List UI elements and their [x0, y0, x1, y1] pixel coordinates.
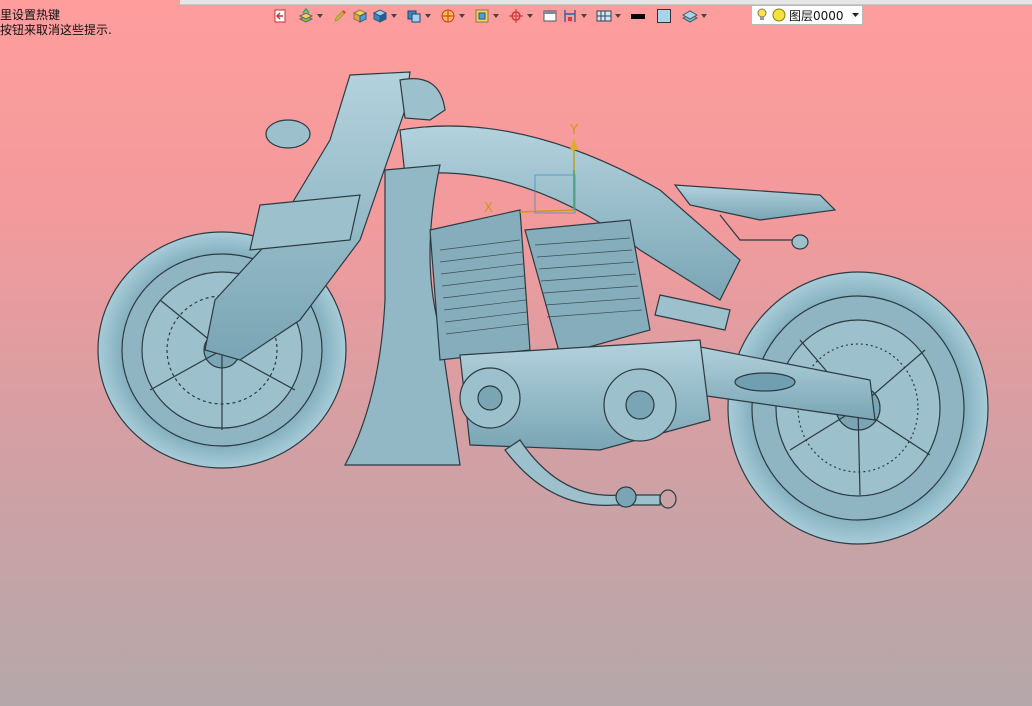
rear-shock — [654, 294, 731, 331]
view-toolbar — [270, 5, 708, 27]
axis-y-label: Y — [569, 123, 578, 138]
chevron-down-icon[interactable] — [492, 6, 500, 26]
dimension-icon[interactable] — [560, 6, 580, 26]
bulb-icon[interactable] — [755, 7, 769, 23]
layer-dropdown[interactable]: 图层0000 — [751, 5, 863, 25]
headlight — [265, 119, 311, 149]
chevron-down-icon[interactable] — [848, 13, 862, 17]
import-icon[interactable] — [270, 6, 290, 26]
window-icon[interactable] — [540, 6, 560, 26]
top-tank — [399, 78, 446, 121]
chevron-down-icon[interactable] — [424, 6, 432, 26]
screen-grid-icon[interactable] — [594, 6, 614, 26]
chevron-down-icon[interactable] — [580, 6, 588, 26]
chevron-down-icon[interactable] — [390, 6, 398, 26]
layer-stack-icon[interactable] — [296, 6, 316, 26]
line-style-icon[interactable] — [628, 6, 648, 26]
view-cube-icon[interactable] — [404, 6, 424, 26]
axis-x-label: X — [484, 201, 493, 216]
hint-line-1: 里设置热键 — [0, 8, 61, 22]
chevron-down-icon[interactable] — [614, 6, 622, 26]
color-swatch-icon[interactable] — [654, 6, 674, 26]
section-disk-icon[interactable] — [438, 6, 458, 26]
hint-line-2: 按钮来取消这些提示. — [0, 23, 112, 37]
shaded-cube-icon[interactable] — [370, 6, 390, 26]
chevron-down-icon[interactable] — [700, 6, 708, 26]
frame-icon[interactable] — [472, 6, 492, 26]
chevron-down-icon[interactable] — [526, 6, 534, 26]
layer-name: 图层0000 — [789, 8, 844, 23]
hint-text: 里设置热键 按钮来取消这些提示. — [0, 8, 112, 38]
solid-box-icon[interactable] — [350, 6, 370, 26]
chevron-down-icon[interactable] — [458, 6, 466, 26]
target-icon[interactable] — [506, 6, 526, 26]
chevron-down-icon[interactable] — [316, 6, 324, 26]
yellow-circle-icon[interactable] — [772, 7, 786, 23]
3d-viewport[interactable]: Y X 里设置热键 按钮来取消这些提示. 图层0000 — [0, 0, 1032, 706]
motorcycle-model[interactable]: Y X — [0, 0, 1032, 706]
seat — [673, 184, 837, 221]
pencil-icon[interactable] — [330, 6, 350, 26]
layer-plane-icon[interactable] — [680, 6, 700, 26]
